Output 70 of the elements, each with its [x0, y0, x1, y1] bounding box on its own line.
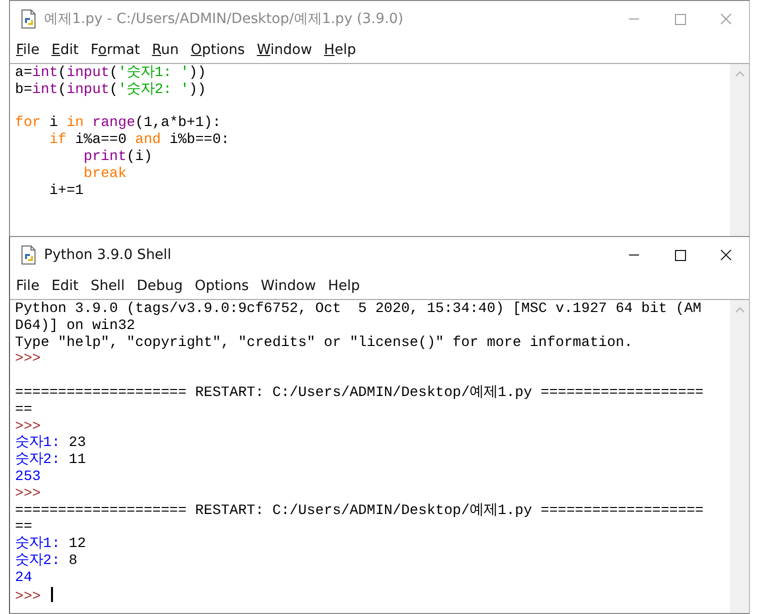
- menu-item[interactable]: Edit: [50, 42, 80, 58]
- window-title: Python 3.9.0 Shell: [44, 247, 172, 263]
- code-text: b=: [15, 82, 32, 98]
- code-text: D64)] on win32: [15, 318, 136, 334]
- shell-prompt: >>>: [15, 486, 41, 502]
- code-text: i+=1: [48, 182, 84, 199]
- menu-item[interactable]: Help: [323, 42, 357, 58]
- output-text: 숫자1:: [15, 435, 62, 452]
- shell-prompt: >>>: [15, 351, 41, 368]
- code-text: (: [58, 82, 67, 98]
- python-file-icon: [20, 245, 38, 265]
- shell-prompt: >>>: [15, 588, 42, 605]
- output-text: 24: [15, 570, 32, 586]
- code-text: i: [48, 115, 59, 132]
- builtin-name: input: [66, 65, 110, 81]
- string-literal: '숫자2: ': [118, 82, 189, 98]
- menu-item[interactable]: Window: [260, 278, 317, 294]
- output-text: 253: [15, 468, 41, 485]
- output-text: 숫자1:: [15, 536, 62, 552]
- keyword: and: [135, 132, 161, 148]
- code-text: ==: [15, 519, 32, 536]
- keyword: in: [66, 115, 84, 132]
- window-title: 예제1.py - C:/Users/ADMIN/Desktop/예제1.py (3.9.0): [44, 10, 404, 28]
- output-text: 숫자2:: [15, 452, 62, 468]
- scroll-up-icon[interactable]: [734, 306, 746, 314]
- code-text: ==================== RESTART: C:/Users/ADMIN/Desktop/예제1.py ===================: [15, 384, 704, 401]
- builtin-name: int: [32, 82, 58, 98]
- code-text: (i): [126, 148, 152, 165]
- code-text: i%a==0: [74, 132, 128, 148]
- builtin-name: input: [66, 82, 110, 98]
- builtin-name: int: [32, 65, 58, 81]
- output-text: 숫자2:: [15, 552, 62, 569]
- code-text: 11: [68, 452, 86, 468]
- menu-item[interactable]: File: [15, 278, 40, 294]
- code-text: Python 3.9.0 (tags/v3.9.0:9cf6752, Oct 5 2020, 15:34:40) [MSC v.1927 64 bit (AM: [15, 301, 702, 317]
- python-file-icon: [20, 9, 38, 29]
- menu-item[interactable]: File: [15, 42, 40, 58]
- menu-item[interactable]: Shell: [90, 278, 126, 294]
- keyword: break: [83, 166, 127, 182]
- code-text: (: [58, 65, 67, 81]
- code-text: Type "help", "copyright", "credits" or "license()" for more information.: [15, 334, 633, 351]
- menu-item[interactable]: Window: [256, 42, 314, 58]
- menu-item[interactable]: Format: [90, 42, 141, 58]
- builtin-name: range: [91, 115, 136, 132]
- code-text: a=: [15, 65, 32, 81]
- menu-item[interactable]: Debug: [136, 278, 184, 294]
- code-text: (1,a*b+1):: [135, 115, 221, 132]
- code-text: ==: [15, 402, 32, 418]
- string-literal: '숫자1: ': [118, 65, 189, 81]
- builtin-name: print: [82, 148, 127, 165]
- code-text: )): [188, 82, 206, 98]
- menu-item[interactable]: Options: [190, 42, 246, 58]
- menu-item[interactable]: Help: [327, 278, 361, 294]
- menu-item[interactable]: Options: [194, 278, 250, 294]
- scroll-up-icon[interactable]: [734, 70, 746, 78]
- code-text: (: [109, 65, 118, 81]
- code-text: i%b==0:: [168, 132, 230, 148]
- keyword: for: [15, 115, 41, 132]
- scrollbar[interactable]: [730, 64, 749, 236]
- code-text: 23: [68, 435, 86, 452]
- code-text: (: [109, 82, 118, 98]
- menu-item[interactable]: Run: [150, 42, 180, 58]
- code-text: ==================== RESTART: C:/Users/ADMIN/Desktop/예제1.py ===================: [15, 502, 704, 519]
- shell-prompt: >>>: [15, 418, 41, 435]
- code-text: 8: [68, 552, 78, 569]
- menu-item[interactable]: Edit: [50, 278, 80, 294]
- scrollbar[interactable]: [730, 300, 749, 613]
- keyword: if: [48, 132, 66, 148]
- code-text: 12: [68, 536, 86, 552]
- code-text: )): [188, 65, 206, 81]
